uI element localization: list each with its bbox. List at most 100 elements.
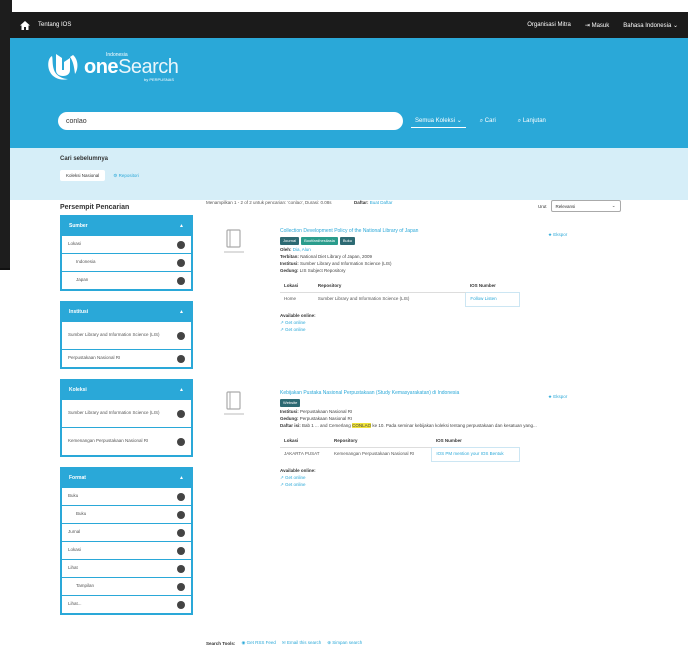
online-label: Available online: xyxy=(280,468,316,474)
count-badge xyxy=(177,437,185,446)
get-online-label: Get online xyxy=(285,326,306,332)
get-online-link[interactable]: ↗ Get online xyxy=(280,475,540,482)
search-input[interactable] xyxy=(58,112,403,130)
facet-item[interactable]: Kemenangan Perpustakaan Nasional RI xyxy=(62,427,191,455)
facet-header[interactable]: Format ▲ xyxy=(62,469,191,487)
facet-item-label: Perpustakaan Nasional RI xyxy=(68,355,121,361)
chevron-up-icon: ▲ xyxy=(179,309,184,315)
count-badge xyxy=(177,528,185,537)
field-label: Daftar isi: xyxy=(280,423,301,429)
tab-repositori[interactable]: ⚙ Repositori xyxy=(113,173,139,179)
export-link[interactable]: ★ Ekspor xyxy=(548,394,567,400)
rss-label: Get RSS Feed xyxy=(246,640,276,645)
sort-select[interactable]: Relevansi ⌄ xyxy=(550,200,621,212)
online-links: Available online: ↗ Get online ↗ Get onl… xyxy=(280,468,540,489)
ios-number-link[interactable]: IOS PM mention your IOS Bentuk xyxy=(431,447,520,463)
record-title-link[interactable]: Collection Development Policy of the Nat… xyxy=(280,228,540,235)
facet-item[interactable]: Sumber Library and Information Science (… xyxy=(62,399,191,427)
record-title-link[interactable]: Kebijakan Pustaka Nasional Perpustakaan … xyxy=(280,390,540,397)
chevron-up-icon: ▲ xyxy=(179,475,184,481)
book-icon xyxy=(224,229,244,253)
facet-item[interactable]: Indonesia xyxy=(62,253,191,271)
top-navigation: Tentang IOS Organisasi Mitra ⇥ Masuk Bah… xyxy=(10,12,688,38)
field-value: Bab 1 ... and Cemerlang xyxy=(302,423,351,429)
login-link[interactable]: ⇥ Masuk xyxy=(585,22,609,29)
tab-repositori-label: Repositori xyxy=(118,172,139,178)
holdings-table: Lokasi Repository IOS Number JAKARTA PUS… xyxy=(280,436,520,463)
save-search-link[interactable]: ⊕ Simpan search xyxy=(327,640,362,646)
header-banner: Indonesia oneSearch by PERPUSNAS Semua K… xyxy=(10,38,688,148)
facet-item[interactable]: Buku xyxy=(62,505,191,523)
home-icon[interactable] xyxy=(20,20,30,30)
facet-item[interactable]: Buku xyxy=(62,487,191,505)
tab-koleksi-nasional[interactable]: Koleksi Nasional xyxy=(60,170,106,181)
facet-item[interactable]: Lokasi xyxy=(62,235,191,253)
facet-header[interactable]: Sumber ▲ xyxy=(62,217,191,235)
column-header: IOS Number xyxy=(435,438,462,444)
rss-feed-link[interactable]: ◉ Get RSS Feed xyxy=(241,640,275,646)
field-label: Gedung: xyxy=(280,416,299,422)
about-link[interactable]: Tentang IOS xyxy=(38,22,71,28)
facet-item-label: Lihat xyxy=(68,565,78,571)
facet-panel: Format ▲ Buku Buku Jurnal Lokasi Lihat Tampilan… xyxy=(60,467,193,615)
record-body: Kebijakan Pustaka Nasional Perpustakaan … xyxy=(280,390,540,489)
column-header: Lokasi xyxy=(284,283,299,289)
table-cell: Sumber Library and Information Science (… xyxy=(313,292,466,307)
search-history-bar: Cari sebelumnya Koleksi Nasional ⚙ Repos… xyxy=(10,148,688,200)
field-value: National Diet Library of Japan, 2009 xyxy=(300,254,372,260)
field-value: LIS Subject Repository xyxy=(299,268,346,274)
get-online-link[interactable]: ↗ Get online xyxy=(280,327,540,334)
logo-main-text: one xyxy=(84,56,119,78)
get-online-link[interactable]: ↗ Get online xyxy=(280,320,540,327)
facet-item[interactable]: Perpustakaan Nasional RI xyxy=(62,349,191,367)
field-value: Perpustakaan Nasional RI xyxy=(299,416,353,422)
author-link[interactable]: Dia, Alun xyxy=(293,247,311,252)
online-links: Available online: ↗ Get online ↗ Get onl… xyxy=(280,313,540,334)
get-online-label: Get online xyxy=(285,475,306,480)
facet-item[interactable]: Tampilan xyxy=(62,577,191,595)
facet-item[interactable]: Jurnal xyxy=(62,523,191,541)
count-badge xyxy=(177,258,185,267)
daftar-links: Daftar: Buat Daftar xyxy=(354,200,393,205)
browser-page: Tentang IOS Organisasi Mitra ⇥ Masuk Bah… xyxy=(10,12,688,646)
search-button[interactable]: ⌕ Cari xyxy=(480,118,496,125)
facet-item-label: Tampilan xyxy=(76,583,95,589)
facet-item[interactable]: Lihat... xyxy=(62,595,191,613)
language-dropdown[interactable]: Bahasa Indonesia ⌄ xyxy=(623,22,678,29)
advanced-search-link[interactable]: ⌕ Lanjutan xyxy=(518,118,546,125)
facet-header[interactable]: Institusi ▲ xyxy=(62,303,191,321)
facet-item[interactable]: Sumber Library and Information Science (… xyxy=(62,321,191,349)
search-icon: ⌕ xyxy=(479,117,484,124)
holdings-table: Lokasi Repository IOS Number Home Sumber… xyxy=(280,281,520,307)
sort-value: Relevansi xyxy=(555,203,576,209)
result-record: Collection Development Policy of the Nat… xyxy=(224,228,554,378)
table-row: JAKARTA PUSAT Kemenangan Perpustakaan Na… xyxy=(280,447,520,463)
field-label: Oleh: xyxy=(280,247,292,253)
table-cell: JAKARTA PUSAT xyxy=(280,447,330,462)
onesearch-logo[interactable]: Indonesia oneSearch by PERPUSNAS xyxy=(46,52,179,82)
ios-number-link[interactable]: Follow Listen xyxy=(465,292,520,307)
scope-dropdown[interactable]: Semua Koleksi ⌄ xyxy=(411,114,466,128)
buat-daftar-link[interactable]: Buat Daftar xyxy=(370,200,393,205)
export-link[interactable]: ★ Ekspor xyxy=(548,232,567,238)
get-online-link[interactable]: ↗ Get online xyxy=(280,482,540,489)
partners-link[interactable]: Organisasi Mitra xyxy=(527,22,571,28)
facet-header[interactable]: Koleksi ▲ xyxy=(62,381,191,399)
email-search-link[interactable]: ✉ Email this search xyxy=(282,640,321,646)
table-cell: Kemenangan Perpustakaan Nasional RI xyxy=(329,447,432,462)
get-online-label: Get online xyxy=(285,319,306,325)
count-badge xyxy=(177,564,185,573)
facet-panel: Institusi ▲ Sumber Library and Information… xyxy=(60,301,193,369)
facet-item[interactable]: Japan xyxy=(62,271,191,289)
facet-item[interactable]: Lokasi xyxy=(62,541,191,559)
export-label: Ekspor xyxy=(553,232,568,237)
facet-item[interactable]: Lihat xyxy=(62,559,191,577)
column-header: Lokasi xyxy=(284,438,299,444)
scope-label: Semua Koleksi xyxy=(415,118,456,124)
history-label: Cari sebelumnya xyxy=(60,156,109,162)
count-badge xyxy=(177,354,185,363)
facet-item-label: Jurnal xyxy=(68,529,81,535)
record-body: Collection Development Policy of the Nat… xyxy=(280,228,540,334)
count-badge xyxy=(177,409,185,418)
facet-panel: Sumber ▲ Lokasi Indonesia Japan xyxy=(60,215,193,291)
